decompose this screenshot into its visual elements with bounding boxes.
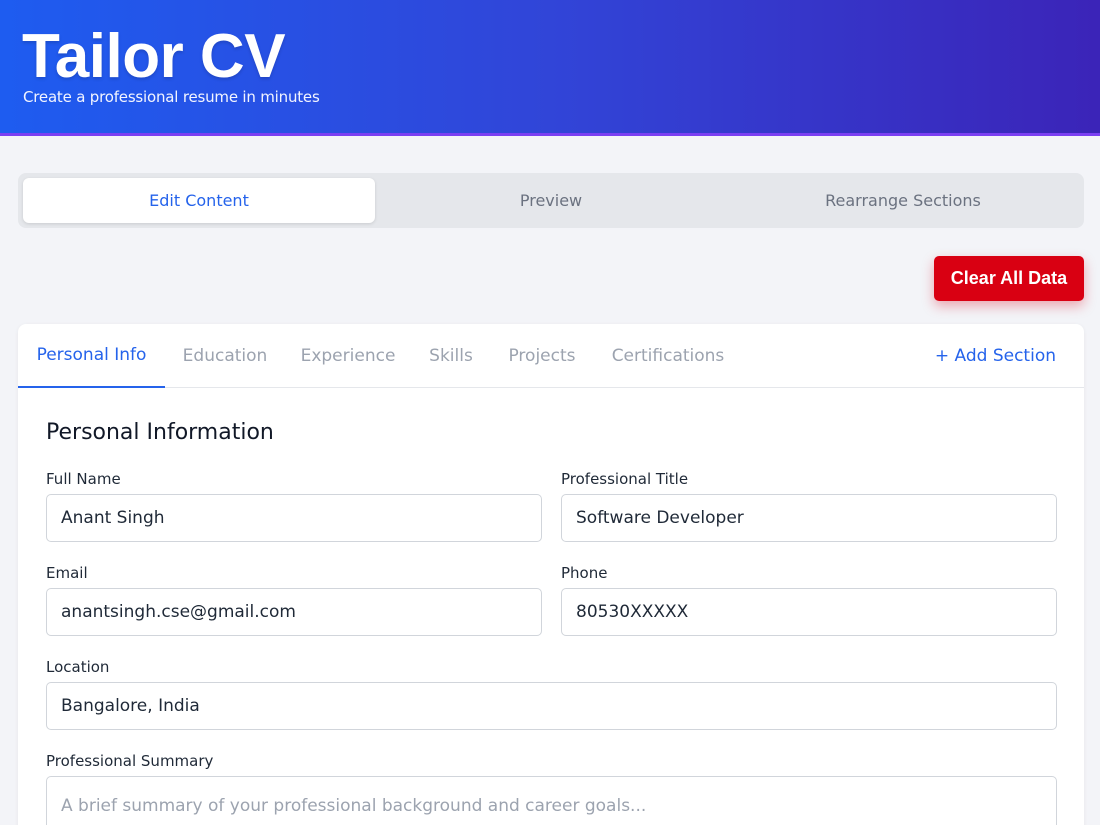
section-tabs: Personal Info Education Experience Skill…	[18, 324, 1084, 388]
section-tab-experience[interactable]: Experience	[285, 324, 411, 388]
section-tab-certifications[interactable]: Certifications	[593, 324, 743, 388]
section-tab-personal-info[interactable]: Personal Info	[18, 324, 165, 388]
full-name-input[interactable]	[46, 494, 542, 542]
section-tab-projects[interactable]: Projects	[491, 324, 593, 388]
email-input[interactable]	[46, 588, 542, 636]
app-subtitle: Create a professional resume in minutes	[23, 88, 320, 106]
app-title: Tailor CV	[22, 22, 286, 91]
clear-all-data-button[interactable]: Clear All Data	[934, 256, 1084, 301]
tab-preview[interactable]: Preview	[375, 178, 727, 223]
editor-card: Personal Info Education Experience Skill…	[18, 324, 1084, 825]
professional-title-label: Professional Title	[561, 470, 689, 488]
tab-rearrange-sections[interactable]: Rearrange Sections	[727, 178, 1079, 223]
section-heading: Personal Information	[46, 420, 274, 445]
professional-summary-input[interactable]	[46, 776, 1057, 825]
location-label: Location	[46, 658, 110, 676]
tab-edit-content[interactable]: Edit Content	[23, 178, 375, 223]
professional-title-input[interactable]	[561, 494, 1057, 542]
app-header: Tailor CV Create a professional resume i…	[0, 0, 1100, 136]
phone-label: Phone	[561, 564, 608, 582]
full-name-label: Full Name	[46, 470, 121, 488]
mode-tabs: Edit Content Preview Rearrange Sections	[18, 173, 1084, 228]
phone-input[interactable]	[561, 588, 1057, 636]
add-section-button[interactable]: + Add Section	[935, 324, 1056, 388]
section-tab-skills[interactable]: Skills	[411, 324, 491, 388]
section-tab-education[interactable]: Education	[165, 324, 285, 388]
location-input[interactable]	[46, 682, 1057, 730]
email-label: Email	[46, 564, 88, 582]
professional-summary-label: Professional Summary	[46, 752, 214, 770]
